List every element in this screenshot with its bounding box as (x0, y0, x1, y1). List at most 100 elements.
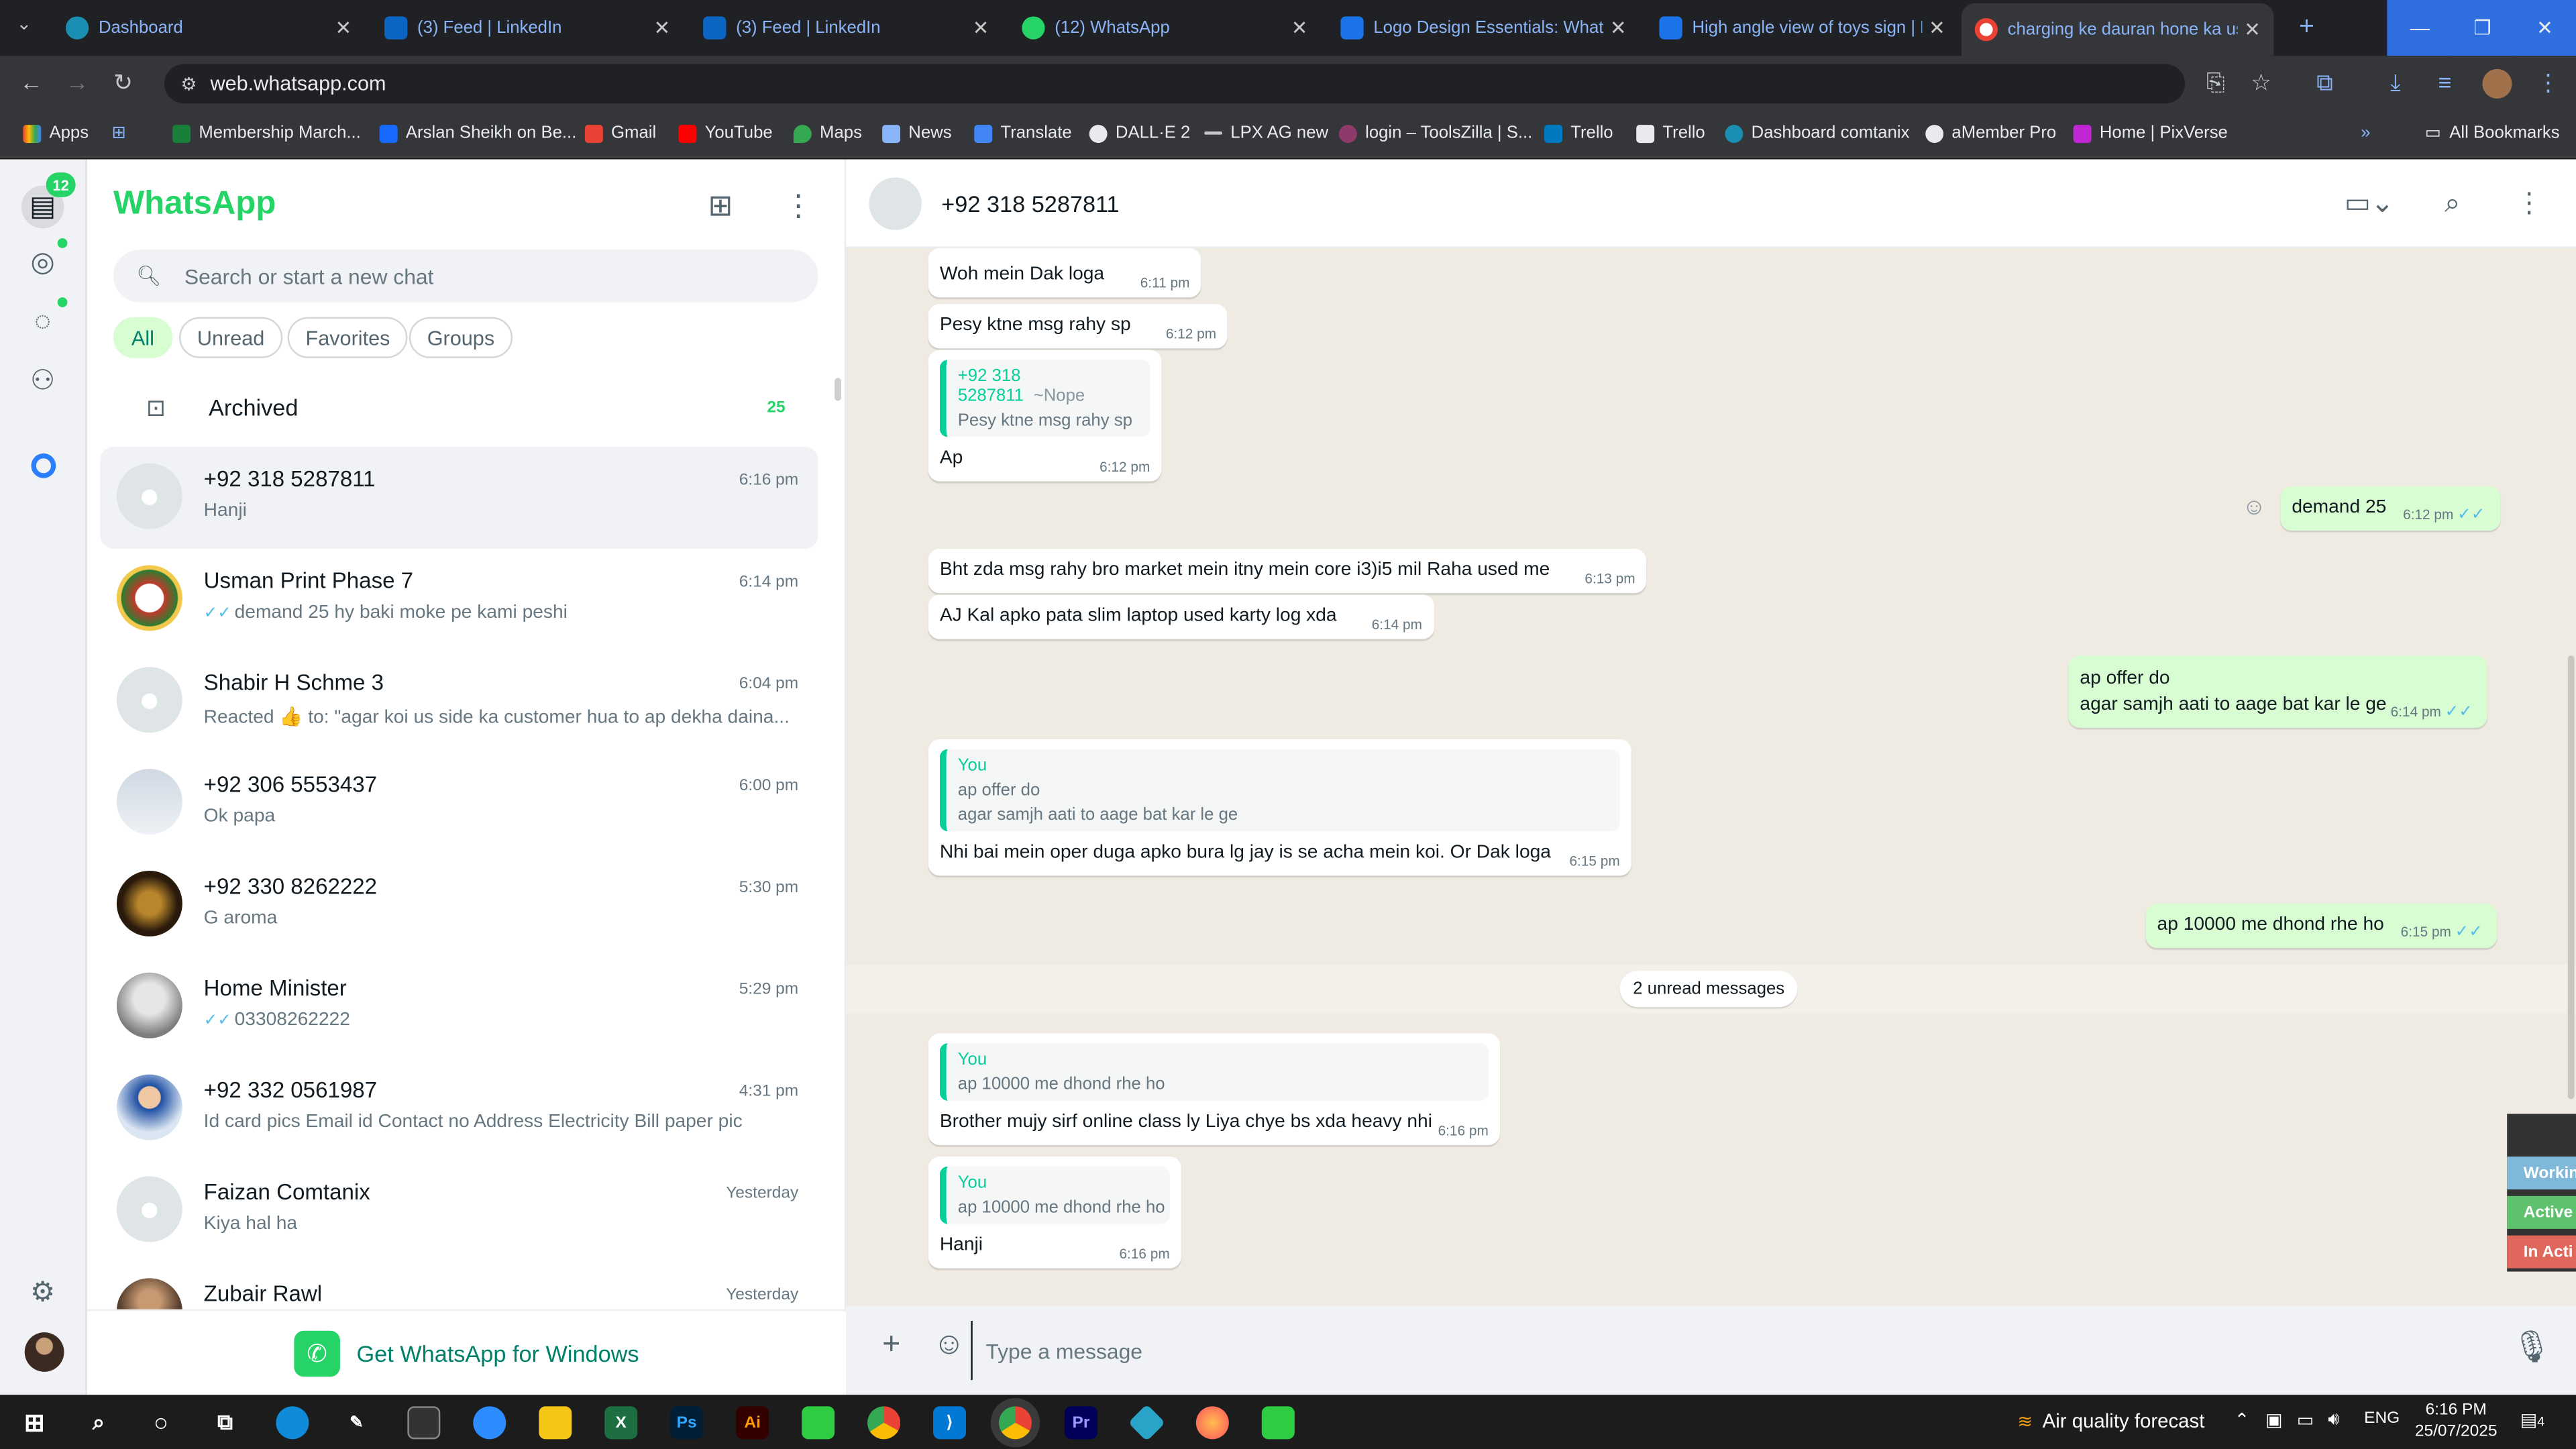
app-diamond-icon[interactable] (1128, 1404, 1166, 1442)
app-green-2-icon[interactable] (1261, 1406, 1295, 1440)
message-outgoing[interactable]: ap 10000 me dhond rhe ho 6:15 pm ✓✓ (2145, 903, 2498, 949)
message-incoming[interactable]: Pesy ktne msg rahy sp 6:12 pm (928, 304, 1228, 349)
tray-chevron-icon[interactable]: ⌃ (2235, 1409, 2250, 1431)
message-outgoing[interactable]: ap offer do agar samjh aati to aage bat … (2068, 655, 2487, 728)
microphone-icon[interactable]: 🎙︎ (2512, 1328, 2552, 1367)
tab-linkedin-2[interactable]: (3) Feed | LinkedIn ✕ (690, 7, 1002, 50)
filter-favorites[interactable]: Favorites (287, 317, 409, 358)
pen-icon[interactable]: ✎ (340, 1406, 373, 1439)
forward-icon[interactable]: → (66, 69, 89, 95)
search-icon[interactable]: ⌕ (82, 1406, 115, 1439)
communities-icon[interactable]: ⚇ (25, 363, 61, 399)
status-working[interactable]: Workin (2507, 1157, 2576, 1190)
bookmark-amember[interactable]: aMember Pro (1925, 123, 2056, 143)
close-tab-icon[interactable]: ✕ (335, 16, 352, 39)
chat-row[interactable]: +92 330 8262222 5:30 pm G aroma (100, 854, 818, 956)
photoshop-icon[interactable]: Ps (670, 1406, 704, 1440)
cortana-icon[interactable]: ○ (145, 1406, 178, 1439)
menu-kebab-icon[interactable]: ⋮ (2536, 69, 2559, 97)
vscode-icon[interactable]: ⟩ (933, 1406, 967, 1440)
restore-button[interactable]: ❐ (2449, 0, 2516, 56)
tab-linkedin-1[interactable]: (3) Feed | LinkedIn ✕ (371, 7, 683, 50)
excel-icon[interactable]: X (604, 1406, 638, 1440)
downloads-icon[interactable]: ⤓ (2390, 69, 2400, 97)
message-outgoing[interactable]: demand 25 6:12 pm ✓✓ (2280, 486, 2500, 531)
filter-all[interactable]: All (113, 317, 172, 358)
close-tab-icon[interactable]: ✕ (973, 16, 989, 39)
profile-avatar[interactable] (2482, 68, 2512, 99)
edge-icon[interactable] (276, 1406, 309, 1440)
sidebar-scrollbar[interactable] (835, 378, 841, 401)
bookmark-youtube[interactable]: YouTube (678, 123, 773, 143)
bookmark-trello-2[interactable]: Trello (1636, 123, 1705, 143)
message-incoming[interactable]: Bht zda msg rahy bro market mein itny me… (928, 548, 1647, 594)
tray-battery-icon[interactable]: ▣ (2265, 1409, 2282, 1431)
task-view-icon[interactable]: ⧉ (209, 1406, 241, 1439)
sticker-emoji-icon[interactable]: ☺ (933, 1328, 965, 1364)
chat-row[interactable]: +92 332 0561987 4:31 pm Id card pics Ema… (100, 1058, 818, 1160)
message-incoming-reply[interactable]: +92 318 5287811 ~Nope Pesy ktne msg rahy … (928, 350, 1162, 482)
file-explorer-icon[interactable] (539, 1406, 572, 1440)
new-tab-icon[interactable]: + (2273, 0, 2339, 56)
attach-plus-icon[interactable]: + (882, 1328, 900, 1364)
chat-row[interactable]: ● +92 318 5287811 6:16 pm Hanji (100, 447, 818, 549)
bookmark-toolszilla[interactable]: login – ToolsZilla | S... (1338, 123, 1532, 143)
settings-gear-icon[interactable]: ⚙ (25, 1275, 61, 1311)
close-tab-icon[interactable]: ✕ (1929, 16, 1945, 39)
filter-unread[interactable]: Unread (178, 317, 283, 358)
bookmark-grid-icon[interactable]: ⊞ (112, 123, 127, 143)
weather-widget[interactable]: ≋ Air quality forecast (2017, 1409, 2204, 1432)
bookmark-news[interactable]: News (882, 123, 952, 143)
address-bar[interactable]: ⚙ web.whatsapp.com (164, 64, 2186, 104)
tab-dashboard[interactable]: Dashboard ✕ (52, 7, 364, 50)
get-whatsapp-banner[interactable]: ✆ Get WhatsApp for Windows (87, 1309, 847, 1395)
chat-row[interactable]: Home Minister 5:29 pm ✓✓ 03308262222 (100, 956, 818, 1058)
close-tab-icon[interactable]: ✕ (654, 16, 671, 39)
conversation-scrollbar[interactable] (2567, 655, 2575, 1099)
menu-kebab-icon[interactable]: ⋮ (2515, 187, 2543, 220)
zoom-icon[interactable] (473, 1406, 506, 1440)
chat-row[interactable]: Usman Print Phase 7 6:14 pm ✓✓ demand 25 … (100, 549, 818, 651)
illustrator-icon[interactable]: Ai (736, 1406, 769, 1440)
menu-kebab-icon[interactable]: ⋮ (784, 189, 813, 223)
bookmarks-overflow-icon[interactable]: » (2361, 123, 2370, 143)
video-call-icon[interactable]: ▭⌄ (2345, 187, 2394, 220)
bookmark-lpx[interactable]: LPX AG new (1204, 123, 1328, 143)
windows-start-icon[interactable]: ⊞ (18, 1406, 51, 1439)
status-icon[interactable]: ◎ (25, 245, 61, 281)
back-icon[interactable]: ← (19, 69, 42, 95)
status-inactive[interactable]: In Acti (2507, 1235, 2576, 1269)
archived-row[interactable]: ⊡ Archived 25 (113, 383, 818, 432)
chat-row[interactable]: Zubair Rawl Yesterday (100, 1262, 818, 1309)
reload-icon[interactable]: ↻ (113, 69, 133, 97)
app-green-icon[interactable] (802, 1406, 835, 1440)
bookmark-pixverse[interactable]: Home | PixVerse (2073, 123, 2228, 143)
meta-ai-icon[interactable] (25, 447, 61, 483)
bookmark-translate[interactable]: Translate (974, 123, 1072, 143)
bookmark-trello-1[interactable]: Trello (1544, 123, 1613, 143)
bookmark-star-icon[interactable]: ☆ (2251, 69, 2271, 97)
profile-avatar[interactable] (24, 1332, 64, 1372)
language-indicator[interactable]: ENG (2364, 1409, 2400, 1428)
notification-icon[interactable]: ▤4 (2520, 1409, 2544, 1431)
channels-icon[interactable]: ◌ (25, 304, 61, 340)
bookmark-all[interactable]: ▭ All Bookmarks (2425, 123, 2560, 143)
chat-row[interactable]: +92 306 5553437 6:00 pm Ok papa (100, 753, 818, 855)
bookmark-dalle[interactable]: DALL·E 2 (1089, 123, 1190, 143)
message-incoming-reply[interactable]: You ap 10000 me dhond rhe ho Hanji 6:16 … (928, 1157, 1181, 1269)
terminal-icon[interactable] (407, 1406, 441, 1440)
minimize-button[interactable]: — (2387, 0, 2453, 56)
chat-row[interactable]: ● Shabir H Schme 3 6:04 pm Reacted 👍 to:… (100, 651, 818, 753)
close-tab-icon[interactable]: ✕ (1291, 16, 1308, 39)
close-tab-icon[interactable]: ✕ (1610, 16, 1627, 39)
message-input[interactable]: Type a message (971, 1320, 2482, 1381)
bookmark-dashboard-comtanix[interactable]: Dashboard comtanix (1725, 123, 1910, 143)
close-tab-icon[interactable]: ✕ (2244, 18, 2261, 41)
emoji-react-icon[interactable]: ☺ (2238, 490, 2271, 523)
bookmark-maps[interactable]: Maps (793, 123, 862, 143)
chrome-icon[interactable] (867, 1406, 901, 1440)
tab-logo-design[interactable]: Logo Design Essentials: What E ✕ (1328, 7, 1640, 50)
quoted-message[interactable]: You ap 10000 me dhond rhe ho (939, 1043, 1489, 1101)
tray-network-icon[interactable]: ▭ (2297, 1409, 2314, 1431)
filter-groups[interactable]: Groups (409, 317, 513, 358)
